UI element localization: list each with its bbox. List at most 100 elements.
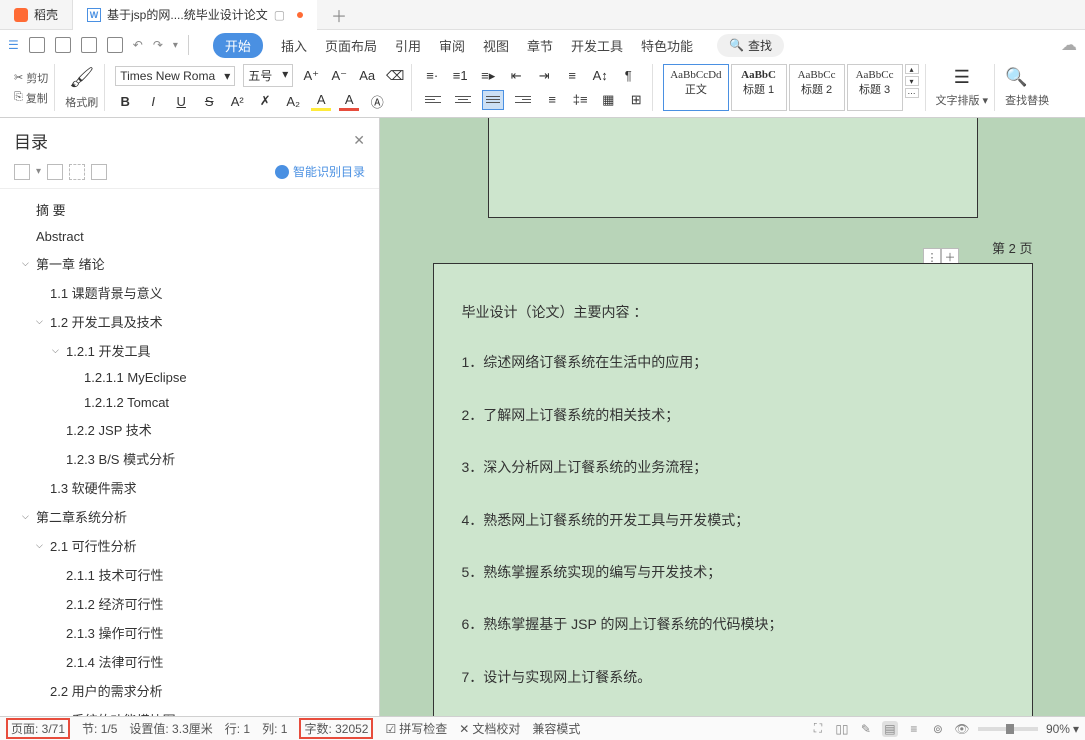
toc-tool-3-icon[interactable] <box>69 164 85 180</box>
italic-button[interactable]: I <box>143 91 163 111</box>
align-center-button[interactable] <box>452 90 474 110</box>
toc-item[interactable]: ⌵第一章 绪论 <box>0 249 379 278</box>
zoom-slider[interactable] <box>978 727 1038 731</box>
toc-item[interactable]: 2.1.3 操作可行性 <box>0 618 379 647</box>
cloud-sync-icon[interactable]: ☁ <box>1061 35 1077 55</box>
tab-section[interactable]: 章节 <box>527 36 553 55</box>
toc-item[interactable]: ⌵2.1 可行性分析 <box>0 531 379 560</box>
line-spacing-icon[interactable]: ‡≡ <box>570 90 590 110</box>
sidebar-close-icon[interactable]: ✕ <box>353 132 365 149</box>
toc-tool-2-icon[interactable] <box>47 164 63 180</box>
toc-item[interactable]: 2.1.1 技术可行性 <box>0 560 379 589</box>
number-list-icon[interactable]: ≡1 <box>450 66 470 86</box>
multilevel-icon[interactable]: ≡▸ <box>478 66 498 86</box>
toc-item[interactable]: ⌵1.2.1 开发工具 <box>0 336 379 365</box>
sort-icon[interactable]: A↕ <box>590 66 610 86</box>
clear-format-icon[interactable]: ⌫ <box>385 66 405 86</box>
smart-toc-button[interactable]: 智能识别目录 <box>275 163 365 180</box>
highlight-icon[interactable]: A <box>311 91 331 111</box>
zoom-value[interactable]: 90% ▾ <box>1046 722 1079 736</box>
status-spell[interactable]: ☑ 拼写检查 <box>385 720 447 737</box>
toc-item[interactable]: ⌵1.2 开发工具及技术 <box>0 307 379 336</box>
web-layout-icon[interactable]: ≡ <box>906 721 922 737</box>
toc-item[interactable]: 1.2.3 B/S 模式分析 <box>0 444 379 473</box>
toc-item[interactable]: Abstract <box>0 224 379 249</box>
bullet-list-icon[interactable]: ≡· <box>422 66 442 86</box>
style-normal[interactable]: AaBbCcDd正文 <box>663 64 728 111</box>
copy-button[interactable]: ⎘ 复制 <box>14 90 48 106</box>
toc-item[interactable]: 2.2 用户的需求分析 <box>0 676 379 705</box>
font-color-icon[interactable]: A <box>339 91 359 111</box>
toc-item[interactable]: ⌵第二章系统分析 <box>0 502 379 531</box>
tab-reference[interactable]: 引用 <box>395 36 421 55</box>
tab-start[interactable]: 开始 <box>213 33 263 58</box>
format-painter-icon[interactable]: 🖌 <box>65 65 98 90</box>
toc-item[interactable]: 1.2.2 JSP 技术 <box>0 415 379 444</box>
toc-item[interactable]: 1.2.1.2 Tomcat <box>0 390 379 415</box>
border-icon[interactable]: ⊞ <box>626 90 646 110</box>
save-icon[interactable] <box>55 37 71 53</box>
toc-item[interactable]: 摘 要 <box>0 195 379 224</box>
find-icon[interactable]: 🔍 <box>1005 67 1049 88</box>
tab-page-layout[interactable]: 页面布局 <box>325 36 377 55</box>
style-h2[interactable]: AaBbCc标题 2 <box>789 64 845 111</box>
tab-view[interactable]: 视图 <box>483 36 509 55</box>
font-size-select[interactable]: 五号▾ <box>243 64 293 87</box>
qat-dropdown-icon[interactable]: ▾ <box>173 40 178 51</box>
tab-document[interactable]: W 基于jsp的网....统毕业设计论文 ▢ <box>73 0 317 30</box>
align-right-button[interactable] <box>512 90 534 110</box>
bold-button[interactable]: B <box>115 91 135 111</box>
status-docproof[interactable]: ✕ 文档校对 <box>459 720 520 737</box>
dec-indent-icon[interactable]: ⇤ <box>506 66 526 86</box>
change-case-icon[interactable]: Aa <box>357 66 377 86</box>
tab-devtools[interactable]: 开发工具 <box>571 36 623 55</box>
style-h3[interactable]: AaBbCc标题 3 <box>847 64 903 111</box>
tab-icon[interactable]: ≡ <box>562 66 582 86</box>
inc-indent-icon[interactable]: ⇥ <box>534 66 554 86</box>
toc-item[interactable]: 2.3 系统的功能模块图 <box>0 705 379 716</box>
print-icon[interactable] <box>81 37 97 53</box>
tab-review[interactable]: 审阅 <box>439 36 465 55</box>
strike-button[interactable]: S <box>199 91 219 111</box>
status-words[interactable]: 字数: 32052 <box>299 718 373 739</box>
preview-icon[interactable] <box>107 37 123 53</box>
text-effect-icon[interactable]: ✗ <box>255 91 275 111</box>
new-tab-button[interactable]: ＋ <box>317 3 361 27</box>
edit-mode-icon[interactable]: ✎ <box>858 721 874 737</box>
fullscreen-icon[interactable]: ⛶ <box>810 721 826 737</box>
toc-item[interactable]: 1.1 课题背景与意义 <box>0 278 379 307</box>
new-file-icon[interactable] <box>29 37 45 53</box>
tab-insert[interactable]: 插入 <box>281 36 307 55</box>
superscript-icon[interactable]: A² <box>227 91 247 111</box>
styles-scroll[interactable]: ▴▾⋯ <box>905 64 919 111</box>
outline-icon[interactable]: ▤ <box>882 721 898 737</box>
style-h1[interactable]: AaBbC标题 1 <box>731 64 787 111</box>
text-layout-icon[interactable]: ☰ <box>954 67 970 88</box>
toc-item[interactable]: 2.1.4 法律可行性 <box>0 647 379 676</box>
tab-special[interactable]: 特色功能 <box>641 36 693 55</box>
toc-item[interactable]: 1.3 软硬件需求 <box>0 473 379 502</box>
status-section[interactable]: 节: 1/5 <box>82 720 117 737</box>
toc-tool-1-icon[interactable] <box>14 164 30 180</box>
style-icon[interactable]: Ⓐ <box>367 91 387 111</box>
shading-icon[interactable]: ▦ <box>598 90 618 110</box>
toc-item[interactable]: 2.1.2 经济可行性 <box>0 589 379 618</box>
menu-icon[interactable]: ☰ <box>8 38 19 52</box>
ribbon-search[interactable]: 🔍 查找 <box>717 34 784 57</box>
document-canvas[interactable]: ⋮ ＋ 第 2 页 毕业设计（论文）主要内容 ： 1．综述网络订餐系统在生活中的… <box>380 118 1085 716</box>
show-marks-icon[interactable]: ¶ <box>618 66 638 86</box>
grow-font-icon[interactable]: A⁺ <box>301 66 321 86</box>
align-justify-button[interactable] <box>482 90 504 110</box>
toc-tool-drop-icon[interactable]: ▾ <box>36 166 41 177</box>
view-mode-icon[interactable]: ⊚ <box>930 721 946 737</box>
toc-tool-4-icon[interactable] <box>91 164 107 180</box>
tab-home[interactable]: 稻壳 <box>0 0 73 30</box>
toc-list[interactable]: 摘 要Abstract⌵第一章 绪论1.1 课题背景与意义⌵1.2 开发工具及技… <box>0 189 379 716</box>
font-family-select[interactable]: Times New Roma▾ <box>115 66 235 86</box>
redo-icon[interactable]: ↷ <box>153 38 163 52</box>
distribute-icon[interactable]: ≡ <box>542 90 562 110</box>
status-page[interactable]: 页面: 3/71 <box>6 718 70 739</box>
underline-button[interactable]: U <box>171 91 191 111</box>
subscript-icon[interactable]: A₂ <box>283 91 303 111</box>
eye-icon[interactable]: 👁 <box>954 721 970 737</box>
